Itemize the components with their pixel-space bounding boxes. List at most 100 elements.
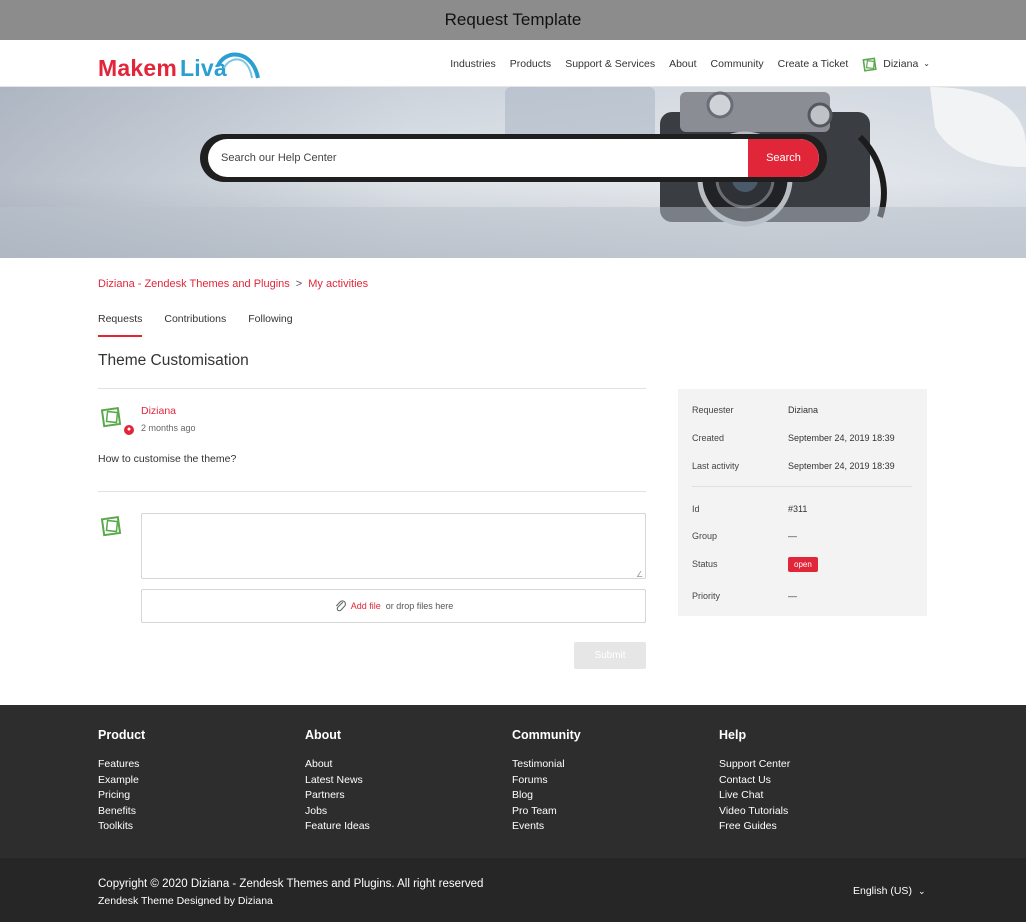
- template-caption: Request Template: [0, 0, 1026, 40]
- footer-link[interactable]: Blog: [512, 788, 581, 804]
- breadcrumb-home[interactable]: Diziana - Zendesk Themes and Plugins: [98, 278, 290, 290]
- comment-timestamp: 2 months ago: [141, 423, 196, 433]
- activity-tabs: Requests Contributions Following: [98, 313, 293, 337]
- detail-created: Created September 24, 2019 18:39: [692, 433, 912, 443]
- divider: [692, 486, 912, 487]
- tab-contributions[interactable]: Contributions: [164, 313, 226, 337]
- logo-swoosh-icon: [216, 52, 260, 79]
- status-badge: open: [788, 557, 818, 572]
- tab-requests[interactable]: Requests: [98, 313, 143, 337]
- agent-badge-icon: ●: [124, 425, 134, 435]
- detail-label: Group: [692, 531, 718, 541]
- footer-link[interactable]: Toolkits: [98, 819, 145, 835]
- breadcrumb: Diziana - Zendesk Themes and Plugins > M…: [98, 278, 368, 290]
- footer-link[interactable]: Jobs: [305, 804, 370, 820]
- footer-link[interactable]: Pricing: [98, 788, 145, 804]
- footer-link[interactable]: Support Center: [719, 757, 790, 773]
- footer-column-community: Community Testimonial Forums Blog Pro Te…: [512, 728, 581, 835]
- tab-following[interactable]: Following: [248, 313, 292, 337]
- add-file-link[interactable]: Add file: [351, 601, 381, 611]
- nav-products[interactable]: Products: [510, 58, 551, 70]
- logo-word-makem: Makem: [98, 55, 177, 81]
- footer-link[interactable]: Pro Team: [512, 804, 581, 820]
- hero-banner: Search: [0, 87, 1026, 258]
- footer-column-help: Help Support Center Contact Us Live Chat…: [719, 728, 790, 835]
- attachment-dropzone[interactable]: Add file or drop files here: [141, 589, 646, 623]
- user-name: Diziana: [883, 57, 919, 70]
- detail-value: Diziana: [788, 405, 819, 415]
- detail-label: Status: [692, 559, 718, 569]
- detail-label: Id: [692, 504, 700, 514]
- detail-label: Requester: [692, 405, 734, 415]
- divider: [98, 491, 646, 492]
- nav-support-services[interactable]: Support & Services: [565, 58, 655, 70]
- footer-column-about: About About Latest News Partners Jobs Fe…: [305, 728, 370, 835]
- footer-heading: Help: [719, 728, 747, 742]
- makem-liva-logo[interactable]: Makem Liva: [98, 48, 263, 82]
- footer-bottom-bar: Copyright © 2020 Diziana - Zendesk Theme…: [0, 858, 1026, 922]
- detail-value: September 24, 2019 18:39: [788, 433, 895, 443]
- comment-avatar-icon: [100, 405, 124, 434]
- request-title: Theme Customisation: [98, 352, 249, 369]
- detail-group: Group —: [692, 531, 912, 541]
- footer-heading: Community: [512, 728, 581, 742]
- drop-files-text: or drop files here: [385, 601, 454, 611]
- detail-label: Priority: [692, 591, 721, 601]
- footer-link[interactable]: Live Chat: [719, 788, 790, 804]
- detail-value: #311: [788, 504, 808, 514]
- detail-value: September 24, 2019 18:39: [788, 461, 895, 471]
- detail-label: Last activity: [692, 461, 740, 471]
- footer-link[interactable]: Free Guides: [719, 819, 790, 835]
- detail-status: Status open: [692, 557, 912, 572]
- footer-column-product: Product Features Example Pricing Benefit…: [98, 728, 145, 835]
- footer-link[interactable]: Events: [512, 819, 581, 835]
- main-nav: Industries Products Support & Services A…: [450, 40, 930, 87]
- detail-label: Created: [692, 433, 725, 443]
- comment-body: How to customise the theme?: [98, 453, 237, 465]
- language-selector[interactable]: English (US) ⌄: [853, 885, 925, 897]
- user-avatar-icon: [862, 56, 878, 72]
- footer-heading: Product: [98, 728, 146, 742]
- reply-avatar-icon: [100, 514, 124, 543]
- nav-industries[interactable]: Industries: [450, 58, 496, 70]
- nav-create-ticket[interactable]: Create a Ticket: [778, 58, 849, 70]
- footer-link[interactable]: Video Tutorials: [719, 804, 790, 820]
- footer-link[interactable]: Partners: [305, 788, 370, 804]
- search-button[interactable]: Search: [748, 139, 819, 177]
- comment-author[interactable]: Diziana: [141, 405, 176, 417]
- help-center-search-input[interactable]: [208, 139, 748, 177]
- site-footer: Product Features Example Pricing Benefit…: [0, 705, 1026, 858]
- copyright-text: Copyright © 2020 Diziana - Zendesk Theme…: [98, 878, 484, 890]
- detail-value: —: [788, 591, 797, 601]
- request-details-panel: Requester Diziana Created September 24, …: [678, 389, 927, 616]
- footer-link[interactable]: Example: [98, 773, 145, 789]
- footer-link[interactable]: About: [305, 757, 370, 773]
- paperclip-icon: [334, 598, 346, 614]
- user-menu[interactable]: Diziana ⌄: [862, 56, 930, 72]
- top-navigation: Makem Liva Industries Products Support &…: [0, 40, 1026, 87]
- credit-text: Zendesk Theme Designed by Diziana: [98, 895, 273, 907]
- footer-link[interactable]: Features: [98, 757, 145, 773]
- status-value: open: [788, 557, 818, 572]
- search-container: Search: [200, 134, 827, 182]
- detail-value: —: [788, 531, 797, 541]
- reply-textarea[interactable]: [141, 513, 646, 579]
- breadcrumb-my-activities[interactable]: My activities: [308, 278, 368, 290]
- resize-grip-icon[interactable]: ∠: [636, 570, 643, 579]
- chevron-down-icon: ⌄: [917, 885, 926, 896]
- chevron-down-icon: ⌄: [923, 59, 930, 68]
- footer-link[interactable]: Contact Us: [719, 773, 790, 789]
- detail-requester: Requester Diziana: [692, 405, 912, 415]
- nav-about[interactable]: About: [669, 58, 696, 70]
- footer-heading: About: [305, 728, 342, 742]
- footer-link[interactable]: Latest News: [305, 773, 370, 789]
- footer-link[interactable]: Benefits: [98, 804, 145, 820]
- search-field-wrapper: Search: [208, 139, 819, 177]
- footer-link[interactable]: Feature Ideas: [305, 819, 370, 835]
- footer-link[interactable]: Forums: [512, 773, 581, 789]
- nav-community[interactable]: Community: [711, 58, 764, 70]
- footer-link[interactable]: Testimonial: [512, 757, 581, 773]
- detail-id: Id #311: [692, 504, 912, 514]
- submit-button[interactable]: Submit: [574, 642, 646, 669]
- detail-priority: Priority —: [692, 591, 912, 601]
